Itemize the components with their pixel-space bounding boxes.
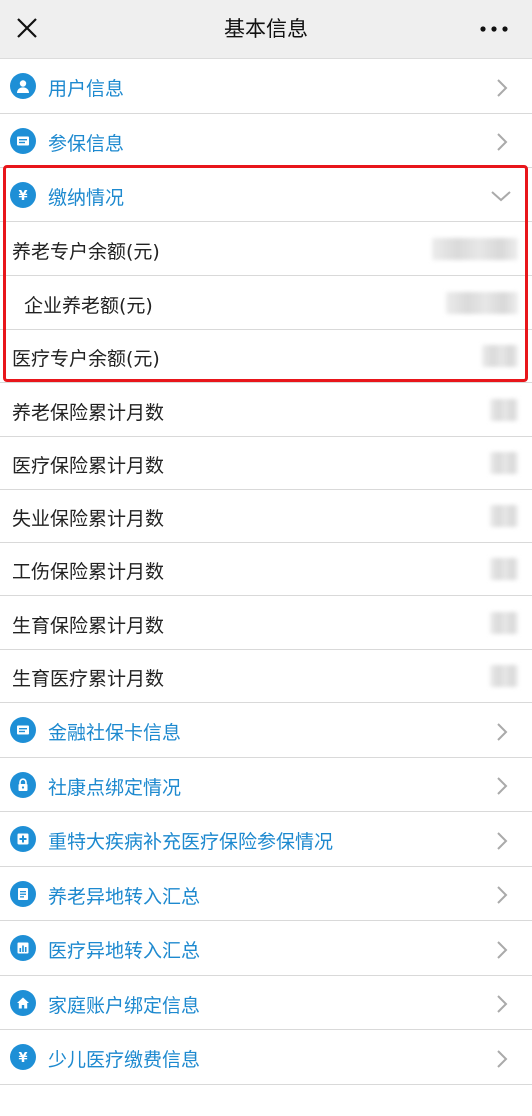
menu-item-label: 用户信息 xyxy=(48,78,125,100)
stat-row: 工伤保险累计月数 xyxy=(0,543,532,596)
chevron-right-icon xyxy=(497,723,508,741)
payment-row-enterprise-pension: 企业养老额(元) xyxy=(0,276,532,330)
menu-item-label: 金融社保卡信息 xyxy=(48,722,182,744)
chevron-right-icon xyxy=(497,995,508,1013)
chevron-right-icon xyxy=(497,886,508,904)
menu-item-label: 医疗异地转入汇总 xyxy=(48,940,201,962)
payment-row-label: 医疗专户余额(元) xyxy=(12,348,160,370)
masked-value xyxy=(490,452,518,474)
masked-value xyxy=(490,505,518,527)
stat-label: 养老保险累计月数 xyxy=(12,402,165,424)
menu-item-clinic-binding[interactable]: 社康点绑定情况 xyxy=(0,758,532,812)
stat-row: 失业保险累计月数 xyxy=(0,490,532,543)
masked-value xyxy=(446,292,518,314)
menu-item-label: 养老异地转入汇总 xyxy=(48,886,201,908)
yuan-icon: ¥ xyxy=(10,182,36,208)
stat-label: 失业保险累计月数 xyxy=(12,508,165,530)
menu-item-insurance-info[interactable]: 参保信息 xyxy=(0,114,532,168)
masked-value xyxy=(490,612,518,634)
menu-item-user-info[interactable]: 用户信息 xyxy=(0,59,532,114)
masked-value xyxy=(490,399,518,421)
chevron-down-icon xyxy=(491,191,511,202)
stat-row: 生育医疗累计月数 xyxy=(0,650,532,703)
menu-item-payment-status[interactable]: ¥ 缴纳情况 xyxy=(0,168,532,222)
card-icon xyxy=(10,717,36,743)
stat-label: 医疗保险累计月数 xyxy=(12,455,165,477)
payment-row-medical-balance: 医疗专户余额(元) xyxy=(0,330,532,383)
more-icon[interactable] xyxy=(480,26,508,32)
chevron-right-icon xyxy=(497,1050,508,1068)
menu-item-financial-card[interactable]: 金融社保卡信息 xyxy=(0,703,532,758)
stat-row: 医疗保险累计月数 xyxy=(0,437,532,490)
stat-row: 生育保险累计月数 xyxy=(0,596,532,650)
document-icon xyxy=(10,881,36,907)
menu-item-critical-illness-insurance[interactable]: 重特大疾病补充医疗保险参保情况 xyxy=(0,812,532,867)
masked-value xyxy=(432,238,518,260)
menu-item-family-account[interactable]: 家庭账户绑定信息 xyxy=(0,976,532,1030)
chevron-right-icon xyxy=(497,79,508,97)
top-bar: 基本信息 xyxy=(0,0,532,59)
menu-item-label: 社康点绑定情况 xyxy=(48,777,182,799)
stat-row: 养老保险累计月数 xyxy=(0,383,532,437)
svg-text:¥: ¥ xyxy=(18,1051,27,1065)
menu-item-label: 缴纳情况 xyxy=(48,187,125,209)
masked-value xyxy=(490,558,518,580)
medical-cross-icon xyxy=(10,826,36,852)
home-icon xyxy=(10,990,36,1016)
lock-icon xyxy=(10,772,36,798)
chevron-right-icon xyxy=(497,941,508,959)
stat-label: 生育医疗累计月数 xyxy=(12,668,165,690)
chevron-right-icon xyxy=(497,777,508,795)
menu-item-label: 家庭账户绑定信息 xyxy=(48,995,201,1017)
chevron-right-icon xyxy=(497,133,508,151)
card-icon xyxy=(10,128,36,154)
menu-item-medical-transfer[interactable]: 医疗异地转入汇总 xyxy=(0,921,532,976)
svg-text:¥: ¥ xyxy=(18,189,27,203)
menu-item-pension-transfer[interactable]: 养老异地转入汇总 xyxy=(0,867,532,921)
payment-row-label: 企业养老额(元) xyxy=(24,295,153,317)
masked-value xyxy=(490,665,518,687)
menu-item-label: 重特大疾病补充医疗保险参保情况 xyxy=(48,831,334,853)
yuan-icon: ¥ xyxy=(10,1044,36,1070)
user-icon xyxy=(10,73,36,99)
menu-item-children-medical-payment[interactable]: ¥ 少儿医疗缴费信息 xyxy=(0,1030,532,1085)
menu-item-label: 少儿医疗缴费信息 xyxy=(48,1049,201,1071)
bar-chart-icon xyxy=(10,935,36,961)
menu-item-label: 参保信息 xyxy=(48,133,125,155)
masked-value xyxy=(482,345,518,367)
stat-label: 生育保险累计月数 xyxy=(12,615,165,637)
stat-label: 工伤保险累计月数 xyxy=(12,561,165,583)
payment-row-label: 养老专户余额(元) xyxy=(12,241,160,263)
page-title: 基本信息 xyxy=(224,17,308,41)
payment-row-pension-balance: 养老专户余额(元) xyxy=(0,222,532,276)
chevron-right-icon xyxy=(497,832,508,850)
